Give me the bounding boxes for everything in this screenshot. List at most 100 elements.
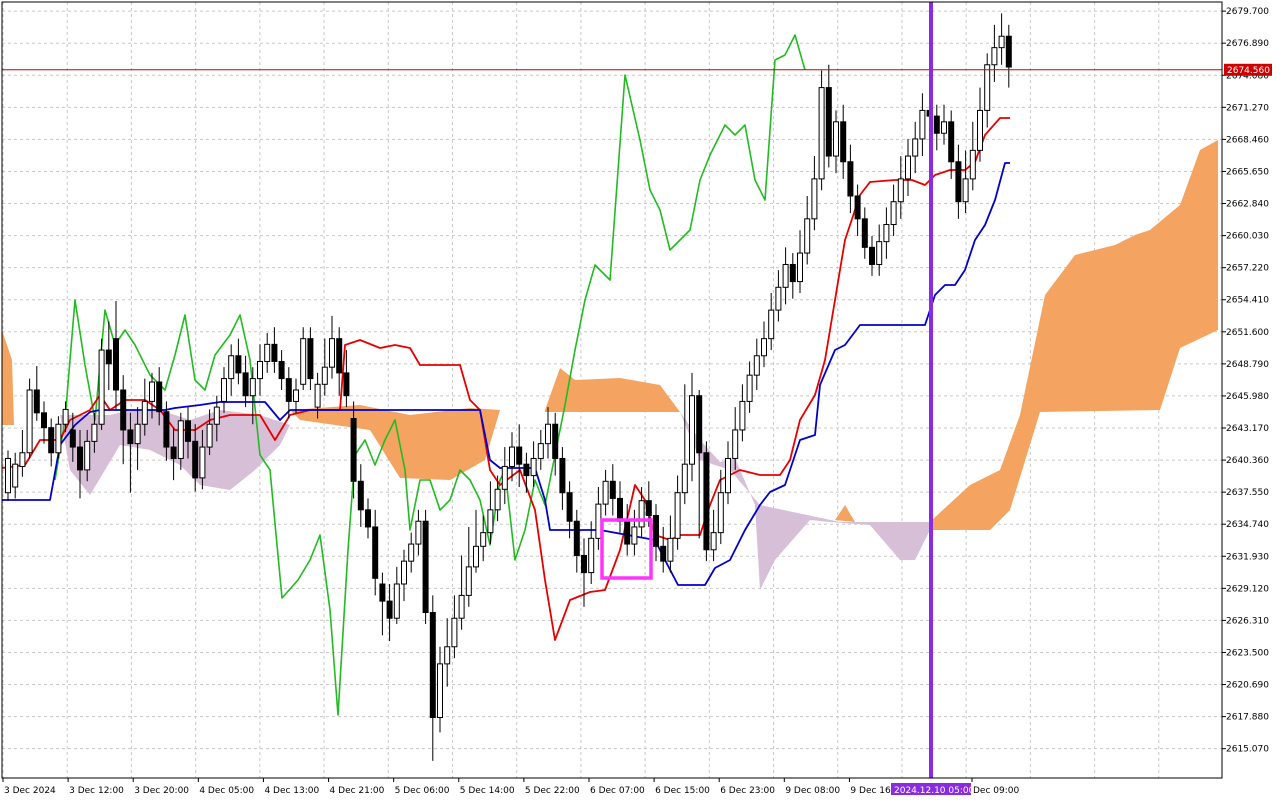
candle-body xyxy=(768,309,775,340)
candle-body xyxy=(746,374,753,402)
candle-body xyxy=(573,520,580,556)
y-tick-label: 2629.120 xyxy=(1226,584,1269,594)
candle-body xyxy=(523,463,530,477)
candle-body xyxy=(415,520,422,545)
x-tick-label: 6 Dec 07:00 xyxy=(590,786,645,796)
candle-body xyxy=(638,500,645,528)
x-tick-label: 5 Dec 06:00 xyxy=(395,786,450,796)
y-tick-label: 2617.880 xyxy=(1226,713,1269,723)
candle-body xyxy=(5,457,11,494)
candle-body xyxy=(905,155,911,180)
candle-body xyxy=(969,149,976,180)
candle-body xyxy=(221,378,227,402)
y-tick-label: 2676.890 xyxy=(1226,39,1269,49)
candle-body xyxy=(660,545,667,562)
candle-body xyxy=(804,218,811,254)
y-tick-label: 2620.690 xyxy=(1226,681,1269,691)
candle-body xyxy=(69,429,76,448)
candle-body xyxy=(271,343,278,362)
candle-body xyxy=(681,463,688,494)
y-tick-label: 2637.550 xyxy=(1226,488,1269,498)
candle-body xyxy=(329,338,335,368)
y-tick-label: 2645.980 xyxy=(1226,392,1269,402)
candle-body xyxy=(624,520,631,545)
candle-body xyxy=(264,343,271,362)
candle-body xyxy=(192,440,199,479)
candle-body xyxy=(861,218,868,248)
candle-body xyxy=(156,381,163,413)
x-tick-label: 4 Dec 21:00 xyxy=(330,786,385,796)
candle-body xyxy=(33,389,40,414)
candle-body xyxy=(12,463,19,488)
candle-body xyxy=(703,452,710,551)
candle-body xyxy=(437,663,443,719)
candle-body xyxy=(314,383,321,408)
y-tick-label: 2679.700 xyxy=(1226,7,1269,17)
candle-body xyxy=(55,423,62,454)
candle-body xyxy=(948,121,955,163)
x-tick-label: 6 Dec 15:00 xyxy=(655,786,710,796)
candle-body xyxy=(933,115,940,134)
candle-body xyxy=(336,338,343,374)
ichimoku-candlestick-chart: 2679.7002676.8902674.0802671.2702668.460… xyxy=(0,0,1280,800)
candle-body xyxy=(62,408,69,425)
candle-body xyxy=(372,526,379,579)
candle-body xyxy=(602,480,609,505)
vertical-marker-label: 2024.12.10 05:00 xyxy=(894,786,975,796)
candle-body xyxy=(753,355,760,376)
candle-body xyxy=(120,389,127,431)
candle-body xyxy=(847,161,854,197)
candle-body xyxy=(357,480,364,511)
candle-body xyxy=(991,47,998,66)
candle-body xyxy=(653,515,659,547)
y-tick-label: 2615.070 xyxy=(1226,745,1269,755)
candle-body xyxy=(840,121,847,163)
y-tick-label: 2654.410 xyxy=(1226,296,1269,306)
candle-body xyxy=(919,109,926,140)
candle-body xyxy=(170,446,177,459)
candle-body xyxy=(696,395,703,454)
y-tick-label: 2651.600 xyxy=(1226,328,1269,338)
candle-body xyxy=(710,532,717,551)
x-tick-label: 6 Dec 23:00 xyxy=(720,786,775,796)
candle-body xyxy=(444,646,451,665)
candle-body xyxy=(300,338,307,385)
candle-body xyxy=(897,178,904,203)
candle-body xyxy=(379,583,386,602)
x-tick-label: 4 Dec 13:00 xyxy=(264,786,319,796)
candle-body xyxy=(890,201,897,226)
candle-body xyxy=(321,366,328,385)
candle-body xyxy=(451,617,458,648)
candle-body xyxy=(739,400,746,431)
candle-body xyxy=(429,612,436,719)
candle-body xyxy=(365,509,371,528)
candle-body xyxy=(609,480,616,499)
y-tick-label: 2640.360 xyxy=(1226,456,1269,466)
candle-body xyxy=(811,178,818,220)
candle-body xyxy=(775,286,782,311)
candle-body xyxy=(494,488,501,511)
candle-body xyxy=(501,465,508,490)
candle-body xyxy=(559,457,566,494)
candle-body xyxy=(480,532,487,547)
candle-body xyxy=(350,418,357,482)
candle-body xyxy=(581,554,587,574)
y-tick-label: 2665.650 xyxy=(1226,167,1269,177)
candle-body xyxy=(782,263,789,288)
candle-body xyxy=(545,423,551,445)
x-tick-label: 9 Dec 08:00 xyxy=(785,786,840,796)
candle-body xyxy=(141,400,148,425)
candle-body xyxy=(185,420,191,442)
candle-body xyxy=(19,452,26,467)
y-tick-label: 2631.930 xyxy=(1226,552,1269,562)
y-tick-label: 2671.270 xyxy=(1226,103,1269,113)
candle-body xyxy=(177,420,184,459)
candle-body xyxy=(113,338,119,391)
y-tick-label: 2660.030 xyxy=(1226,232,1269,242)
candle-body xyxy=(278,360,285,380)
candle-body xyxy=(588,537,595,574)
candle-body xyxy=(732,429,739,459)
candle-body xyxy=(473,545,479,568)
candle-body xyxy=(674,492,681,539)
candle-body xyxy=(631,526,638,545)
